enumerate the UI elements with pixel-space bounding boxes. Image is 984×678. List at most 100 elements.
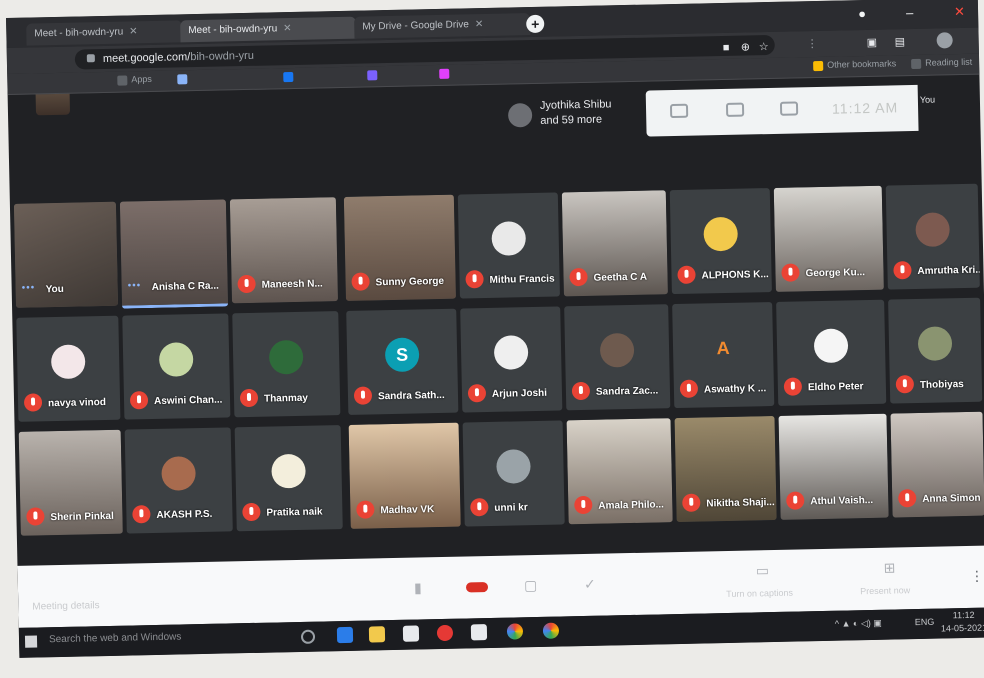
participant-tile[interactable]: Sherin Pinkal [18,429,123,536]
present-icon[interactable]: ⊞ [884,559,896,576]
mic-off-icon [23,393,43,412]
meeting-details-button[interactable]: Meeting details [32,600,99,612]
participant-tile[interactable]: Geetha C A [561,190,668,297]
participant-tile[interactable]: Pratika naik [234,425,343,532]
close-icon[interactable]: ✕ [475,19,484,30]
taskbar-time[interactable]: 11:12 [953,610,975,620]
participant-tile[interactable]: unni kr [462,420,565,527]
new-tab-button[interactable]: + [526,14,545,34]
avatar [50,344,86,380]
browser-tab-meet-2[interactable]: Meet - bih-owdn-yru ✕ [180,16,357,43]
chrome-icon[interactable] [506,623,524,640]
chrome-icon[interactable] [542,622,560,639]
participant-tile[interactable]: A Aswathy K ... [672,302,775,409]
participant-tile[interactable]: Arjun Joshi [460,306,563,413]
bookmark-other[interactable]: Other bookmarks [813,58,897,71]
participant-name: You [45,283,64,296]
bookmark-item[interactable] [283,71,297,82]
captions-label[interactable]: Turn on captions [726,588,793,599]
file-explorer-icon[interactable] [368,626,386,643]
system-tray-icons[interactable]: ^ ▲ ◐ ◁) ▣ [835,618,882,630]
bookmark-item[interactable] [177,73,191,85]
end-call-button[interactable] [465,582,489,593]
close-icon[interactable]: ✕ [129,26,138,37]
language-indicator[interactable]: ENG [915,617,935,627]
bookmark-reading-list[interactable]: Reading list [911,57,972,69]
browser-tab-meet-1[interactable]: Meet - bih-owdn-yru ✕ [26,20,183,46]
participant-tile[interactable]: Amrutha Kri... [885,183,980,290]
zoom-icon[interactable]: ⊕ [741,37,751,57]
participant-tile[interactable]: Mithu Francis [457,192,560,299]
cast-icon[interactable]: ▣ [867,36,878,49]
activities-icon[interactable] [779,101,799,116]
browser-tab-drive[interactable]: My Drive - Google Drive ✕ [354,13,531,39]
participant-name: unni kr [494,502,528,514]
present-label[interactable]: Present now [860,585,910,596]
store-icon[interactable] [402,625,420,642]
more-options-icon[interactable]: ••• [22,282,36,293]
camera-icon[interactable]: ■ [723,38,730,58]
extension-icon[interactable]: ▤ [895,35,906,48]
document-icon[interactable] [470,624,488,641]
participant-name: George Ku... [805,267,866,280]
participant-name: Sandra Sath... [377,389,445,403]
participant-tile[interactable]: Sandra Zac... [564,304,671,411]
participant-tile[interactable]: ••• You [13,201,119,308]
camera-toggle-icon[interactable]: ▢ [524,577,538,594]
participant-tile[interactable]: navya vinod [16,315,121,422]
bookmark-apps[interactable]: Apps [117,74,152,86]
bookmark-item[interactable] [367,69,381,81]
participant-tile[interactable]: Anna Simon [890,411,984,518]
mic-off-icon [239,388,259,408]
close-window-icon[interactable]: ✕ [954,4,965,20]
extensions-icon[interactable]: ⋮ [807,37,818,50]
participant-tile-active[interactable]: ••• Anisha C Ra... [119,199,229,309]
participant-tile[interactable]: Athul Vaish... [778,413,889,520]
mic-off-icon [470,498,489,517]
minimize-icon[interactable]: – [906,5,914,20]
more-options-icon[interactable]: ⋮ [970,568,984,585]
participant-name: Thobiyas [919,379,964,391]
participant-name: Nikitha Shaji... [706,497,775,510]
meeting-clock: 11:12 AM [831,99,899,117]
microphone-icon[interactable]: ▮ [414,579,422,596]
task-view-icon[interactable] [300,629,316,644]
participant-tile[interactable]: Amala Philo... [566,418,673,525]
edge-icon[interactable] [336,626,354,644]
meeting-info-panel: 11:12 AM [645,84,919,137]
bookmark-label: Other bookmarks [827,58,897,70]
participant-tile[interactable]: George Ku... [773,185,884,292]
participant-tile[interactable]: ALPHONS K... [669,188,772,295]
star-icon[interactable]: ☆ [759,37,769,57]
profile-icon[interactable] [936,32,953,49]
participant-tile[interactable]: Eldho Peter [776,299,887,406]
participant-name: Madhav VK [380,504,435,517]
checkmark-icon[interactable]: ✓ [584,576,596,593]
mic-off-icon [467,384,487,403]
participant-tile[interactable]: Maneesh N... [229,197,339,304]
participant-name: Anna Simon [922,492,981,505]
mic-off-icon [242,502,261,522]
windows-start-icon[interactable] [24,635,38,648]
participant-tile[interactable]: Aswini Chan... [122,313,231,420]
chat-icon[interactable] [725,102,745,117]
participant-tile[interactable]: Thanmay [232,311,341,418]
url-host: meet.google.com/ [102,51,191,65]
participant-tile[interactable]: Nikitha Shaji... [674,415,777,523]
checkbox-icon [367,69,378,81]
participant-tile[interactable]: Madhav VK [348,422,461,529]
bookmark-item[interactable] [439,68,453,79]
taskbar-date[interactable]: 14-05-2021 [941,623,984,634]
opera-icon[interactable] [436,624,454,642]
mic-off-icon [677,265,696,284]
participant-name: Pratika naik [266,506,323,519]
captions-icon[interactable]: ▭ [756,562,770,579]
people-icon[interactable] [669,103,689,119]
taskbar-search[interactable]: Search the web and Windows [49,631,181,645]
close-icon[interactable]: ✕ [283,23,292,34]
participant-tile[interactable]: Sunny George [343,194,456,301]
avatar: A [705,330,741,366]
participant-tile[interactable]: AKASH P.S. [124,427,233,534]
participant-tile[interactable]: S Sandra Sath... [346,308,459,415]
participant-tile[interactable]: Thobiyas [888,297,983,404]
